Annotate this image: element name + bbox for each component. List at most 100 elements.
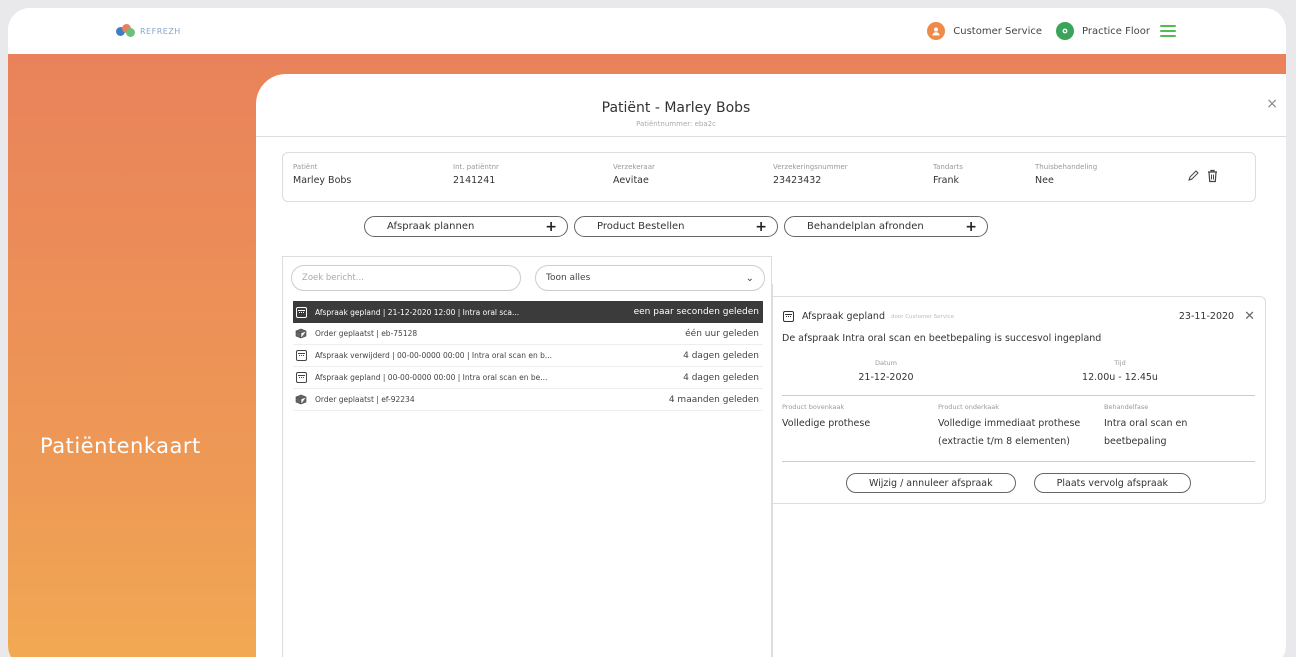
detail-buttons: Wijzig / annuleer afspraak Plaats vervol… (772, 473, 1265, 493)
info-value: Aevitae (613, 175, 649, 186)
box-icon (295, 328, 307, 340)
detail-date: 23-11-2020 (1178, 311, 1235, 322)
button-label: Afspraak plannen (387, 221, 475, 232)
message-text: Order geplaatst | ef-92234 (315, 395, 415, 404)
detail-author: door Customer Service (890, 313, 955, 320)
patient-modal: Patiënt - Marley Bobs Patiëntnummer: eba… (256, 74, 1286, 657)
info-patient: Patiënt Marley Bobs (293, 163, 351, 186)
info-label: Patiënt (293, 163, 318, 171)
list-item[interactable]: Afspraak gepland | 21-12-2020 12:00 | In… (293, 301, 763, 323)
info-insurance-number: Verzekeringsnummer 23423432 (773, 163, 848, 186)
patient-info-card: Patiënt Marley Bobs Int. patiëntnr 21412… (282, 152, 1256, 202)
info-value: 2141241 (453, 175, 496, 186)
list-item[interactable]: Afspraak gepland | 00-00-0000 00:00 | In… (293, 367, 763, 389)
prod-label: Product onderkaak (938, 403, 1000, 411)
message-time: 4 maanden geleden (668, 394, 759, 405)
modal-divider (256, 136, 1286, 137)
plus-icon: + (965, 218, 977, 235)
logo-text: REFREZH (140, 26, 181, 36)
chevron-down-icon: ⌄ (745, 272, 754, 284)
info-actions (1187, 169, 1219, 187)
message-time: een paar seconden geleden (633, 307, 759, 317)
header-actions: Customer Service Practice Floor (927, 22, 1176, 40)
user-circle-icon[interactable] (927, 22, 946, 40)
info-value: Marley Bobs (293, 175, 352, 186)
info-insurer: Verzekeraar Aevitae (613, 163, 655, 186)
message-time: 4 dagen geleden (683, 350, 759, 361)
top-bar: REFREZH Customer Service Practice Floor (8, 8, 1286, 54)
message-time: één uur geleden (685, 328, 759, 339)
prod-value: Intra oral scan en beetbepaling (1104, 418, 1188, 447)
sidebar-title: Patiëntenkaart (40, 434, 201, 458)
info-dentist: Tandarts Frank (933, 163, 963, 186)
customer-service-link[interactable]: Customer Service (953, 26, 1042, 37)
info-home-treatment: Thuisbehandeling Nee (1035, 163, 1097, 186)
search-input[interactable] (291, 265, 521, 291)
tijd-value: 12.00u - 12.45u (1082, 372, 1158, 383)
modal-subtitle: Patiëntnummer: eba2c (636, 120, 716, 128)
plus-icon: + (545, 218, 557, 235)
box-icon (295, 394, 307, 406)
product-upper: Product bovenkaak Volledige prothese (782, 403, 932, 433)
location-pin-icon[interactable] (1056, 22, 1074, 40)
calendar-icon (295, 306, 307, 318)
list-item[interactable]: Afspraak verwijderd | 00-00-0000 00:00 |… (293, 345, 763, 367)
info-label: Int. patiëntnr (453, 163, 499, 171)
message-text: Afspraak verwijderd | 00-00-0000 00:00 |… (315, 351, 553, 360)
detail-title: Afspraak gepland (802, 311, 885, 322)
prod-label: Product bovenkaak (782, 403, 845, 411)
detail-divider (782, 395, 1255, 396)
info-label: Verzekeraar (613, 163, 655, 171)
detail-message: De afspraak Intra oral scan en beetbepal… (782, 333, 1102, 344)
logo-mark-icon (116, 24, 136, 38)
appointment-detail-card: Afspraak gepland door Customer Service 2… (772, 296, 1266, 504)
detail-divider (782, 461, 1255, 462)
list-item[interactable]: Order geplaatst | ef-92234 4 maanden gel… (293, 389, 763, 411)
filter-select[interactable]: Toon alles ⌄ (535, 265, 765, 291)
change-appointment-button[interactable]: Wijzig / annuleer afspraak (845, 473, 1016, 493)
order-product-button[interactable]: Product Bestellen + (574, 216, 778, 237)
message-time: 4 dagen geleden (683, 372, 759, 383)
info-label: Verzekeringsnummer (773, 163, 848, 171)
trash-icon[interactable] (1206, 169, 1219, 187)
info-label: Thuisbehandeling (1035, 163, 1098, 171)
modal-title: Patiënt - Marley Bobs (601, 100, 751, 116)
message-text: Order geplaatst | eb-75128 (315, 329, 418, 338)
close-icon[interactable]: ✕ (1244, 309, 1255, 324)
button-label: Behandelplan afronden (807, 221, 924, 232)
info-value: Nee (1035, 175, 1054, 186)
app-frame: REFREZH Customer Service Practice Floor … (8, 8, 1286, 657)
logo[interactable]: REFREZH (116, 24, 181, 38)
filter-value: Toon alles (546, 273, 591, 283)
message-text: Afspraak gepland | 00-00-0000 00:00 | In… (315, 373, 548, 382)
message-text: Afspraak gepland | 21-12-2020 12:00 | In… (315, 307, 520, 317)
calendar-icon (295, 350, 307, 362)
info-label: Tandarts (933, 163, 963, 171)
pencil-icon[interactable] (1187, 169, 1200, 187)
info-internal-number: Int. patiëntnr 2141241 (453, 163, 499, 186)
practice-floor-link[interactable]: Practice Floor (1082, 26, 1150, 37)
close-icon[interactable]: × (1266, 96, 1278, 112)
datum-value: 21-12-2020 (858, 372, 914, 383)
prod-label: Behandelfase (1104, 403, 1149, 411)
product-lower: Product onderkaak Volledige immediaat pr… (938, 403, 1088, 451)
follow-up-appointment-button[interactable]: Plaats vervolg afspraak (1033, 473, 1192, 493)
message-list: Afspraak gepland | 21-12-2020 12:00 | In… (293, 301, 763, 411)
tijd-label: Tijd (1114, 359, 1126, 367)
hamburger-menu-icon[interactable] (1160, 25, 1176, 37)
list-item[interactable]: Order geplaatst | eb-75128 één uur geled… (293, 323, 763, 345)
treatment-phase: Behandelfase Intra oral scan en beetbepa… (1104, 403, 1254, 451)
prod-value: Volledige immediaat prothese (extractie … (938, 418, 1081, 447)
detail-header: Afspraak gepland door Customer Service 2… (782, 309, 1255, 324)
action-buttons: Afspraak plannen + Product Bestellen + B… (256, 216, 1096, 237)
messages-panel: Toon alles ⌄ Afspraak gepland | 21-12-20… (282, 256, 772, 657)
plan-appointment-button[interactable]: Afspraak plannen + (364, 216, 568, 237)
calendar-icon (782, 311, 794, 323)
finish-treatment-plan-button[interactable]: Behandelplan afronden + (784, 216, 988, 237)
calendar-icon (295, 372, 307, 384)
plus-icon: + (755, 218, 767, 235)
prod-value: Volledige prothese (782, 418, 871, 429)
info-value: Frank (933, 175, 960, 186)
datum-label: Datum (875, 359, 897, 367)
button-label: Product Bestellen (597, 221, 685, 232)
